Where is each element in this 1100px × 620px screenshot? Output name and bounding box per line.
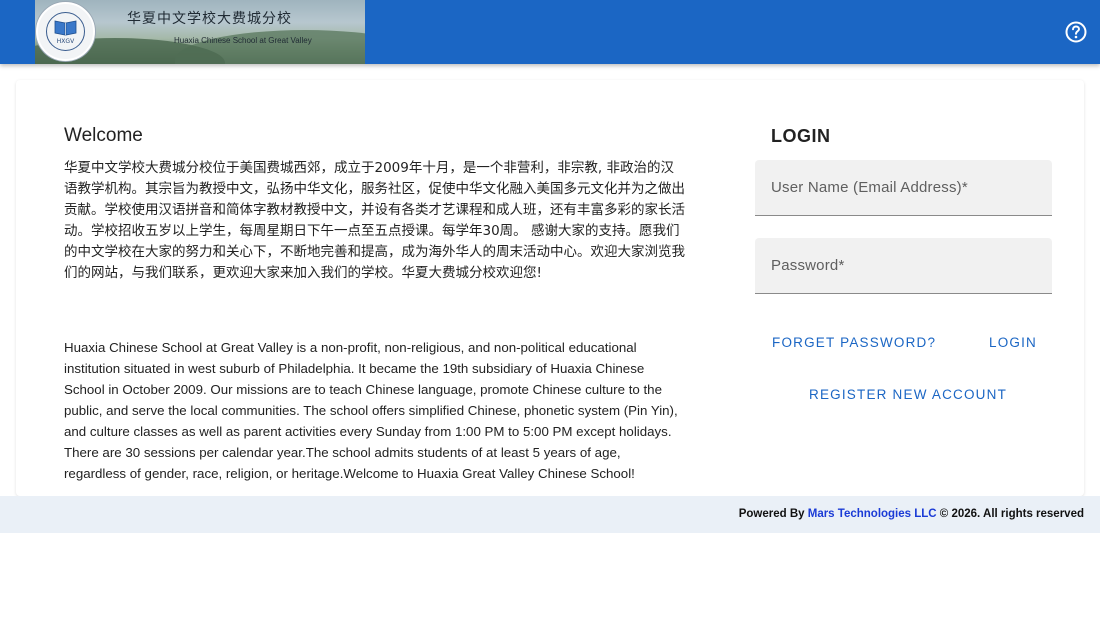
footer-rights: © 2026. All rights reserved (939, 508, 1084, 520)
footer: Powered By Mars Technologies LLC © 2026.… (0, 496, 1100, 533)
welcome-chinese-paragraph: 华夏中文学校大费城分校位于美国费城西郊，成立于2009年十月，是一个非营利，非宗… (64, 160, 685, 281)
welcome-heading: Welcome (64, 125, 143, 146)
school-banner[interactable]: HXGV 华夏中文学校大费城分校 Huaxia Chinese School a… (35, 0, 365, 64)
banner-chinese-title: 华夏中文学校大费城分校 (127, 11, 292, 27)
school-logo: HXGV (36, 2, 95, 61)
username-placeholder: User Name (Email Address)* (771, 179, 968, 196)
app-bar: HXGV 华夏中文学校大费城分校 Huaxia Chinese School a… (0, 0, 1100, 64)
register-new-account-button[interactable]: REGISTER NEW ACCOUNT (809, 387, 1007, 402)
password-placeholder: Password* (771, 257, 845, 274)
login-button[interactable]: LOGIN (989, 335, 1037, 350)
forget-password-button[interactable]: FORGET PASSWORD? (772, 335, 936, 350)
footer-company-link[interactable]: Mars Technologies LLC (808, 508, 937, 520)
footer-powered-by: Powered By (738, 508, 805, 520)
footer-copyright: Powered By Mars Technologies LLC © 2026.… (739, 508, 1084, 520)
main-card: Welcome 华夏中文学校大费城分校位于美国费城西郊，成立于2009年十月，是… (16, 80, 1084, 496)
login-heading: LOGIN (771, 126, 831, 146)
password-field[interactable]: Password* (755, 238, 1052, 294)
banner-english-title: Huaxia Chinese School at Great Valley (174, 36, 312, 45)
help-circle-icon[interactable] (1064, 20, 1088, 44)
username-field[interactable]: User Name (Email Address)* (755, 160, 1052, 216)
welcome-english-paragraph: Huaxia Chinese School at Great Valley is… (64, 340, 678, 481)
book-icon (54, 20, 77, 36)
logo-code: HXGV (56, 38, 75, 45)
